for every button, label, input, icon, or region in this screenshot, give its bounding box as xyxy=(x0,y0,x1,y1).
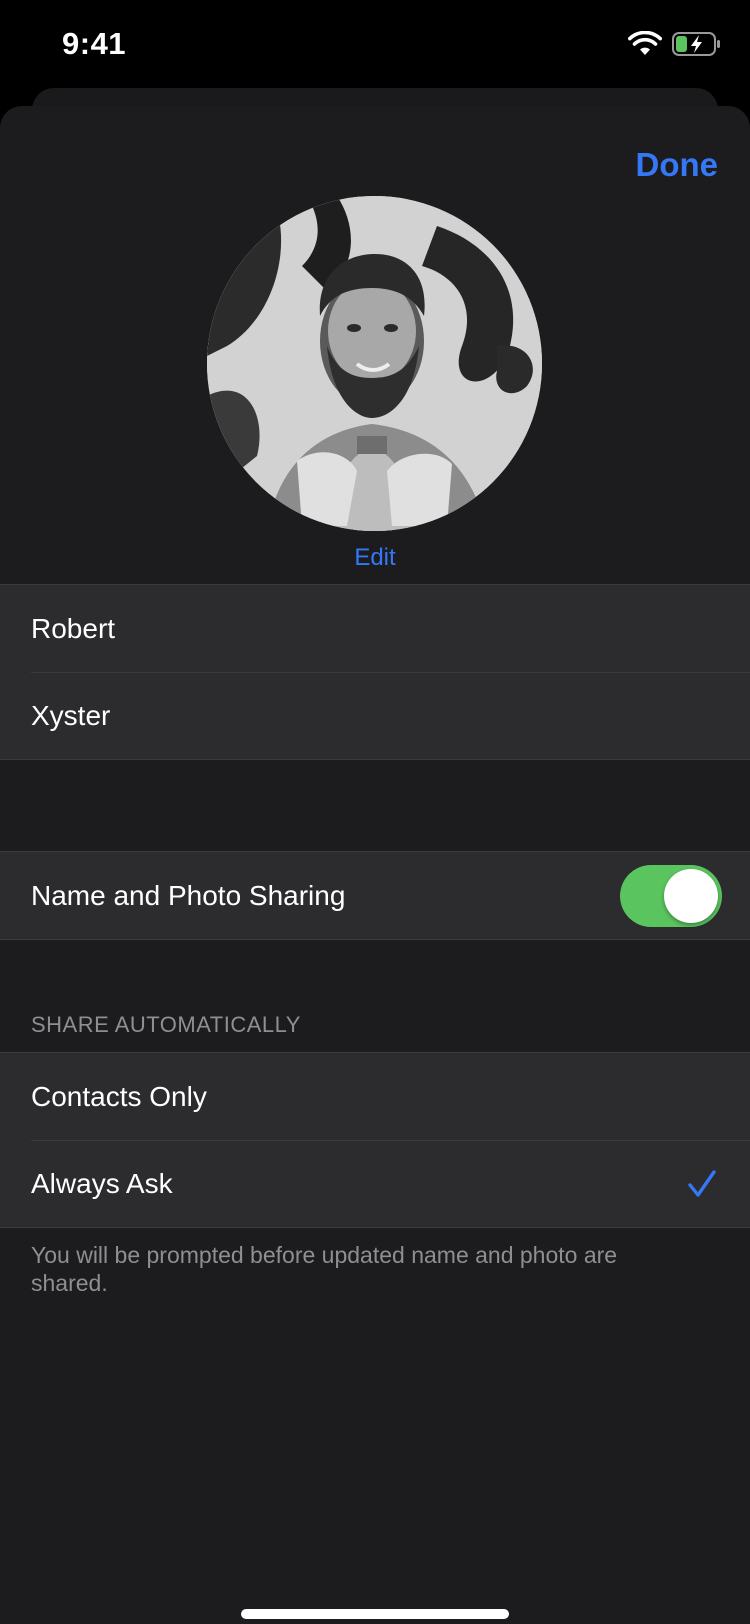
first-name-field[interactable]: Robert xyxy=(0,585,750,672)
name-photo-sharing-row: Name and Photo Sharing xyxy=(0,852,750,939)
avatar[interactable] xyxy=(207,196,542,531)
wifi-icon xyxy=(628,31,662,55)
home-indicator[interactable] xyxy=(241,1609,509,1619)
edit-photo-link[interactable]: Edit xyxy=(0,544,750,572)
status-time: 9:41 xyxy=(62,26,127,61)
name-photo-sharing-label: Name and Photo Sharing xyxy=(31,879,346,911)
option-always-ask-label: Always Ask xyxy=(31,1167,173,1199)
last-name-field[interactable]: Xyster xyxy=(0,672,750,759)
option-contacts-only[interactable]: Contacts Only xyxy=(0,1053,750,1140)
share-automatically-group: Contacts Only Always Ask xyxy=(0,1052,750,1228)
share-automatically-header: SHARE AUTOMATICALLY xyxy=(31,1012,301,1037)
share-name-sheet: Done Edit Robert Xyster Name and Photo S… xyxy=(0,106,750,1624)
name-fields-group: Robert Xyster xyxy=(0,584,750,760)
last-name-value: Xyster xyxy=(31,699,111,731)
option-always-ask[interactable]: Always Ask xyxy=(0,1140,750,1227)
checkmark-icon xyxy=(688,1169,716,1197)
status-bar: 9:41 xyxy=(0,0,750,90)
battery-charging-icon xyxy=(672,32,720,56)
share-footer-note: You will be prompted before updated name… xyxy=(31,1242,618,1296)
done-button[interactable]: Done xyxy=(636,146,719,184)
name-photo-sharing-toggle[interactable] xyxy=(620,864,722,927)
toggle-knob xyxy=(664,868,718,923)
avatar-photo xyxy=(207,196,542,531)
option-contacts-only-label: Contacts Only xyxy=(31,1080,207,1112)
sharing-group: Name and Photo Sharing xyxy=(0,851,750,940)
first-name-value: Robert xyxy=(31,612,116,644)
